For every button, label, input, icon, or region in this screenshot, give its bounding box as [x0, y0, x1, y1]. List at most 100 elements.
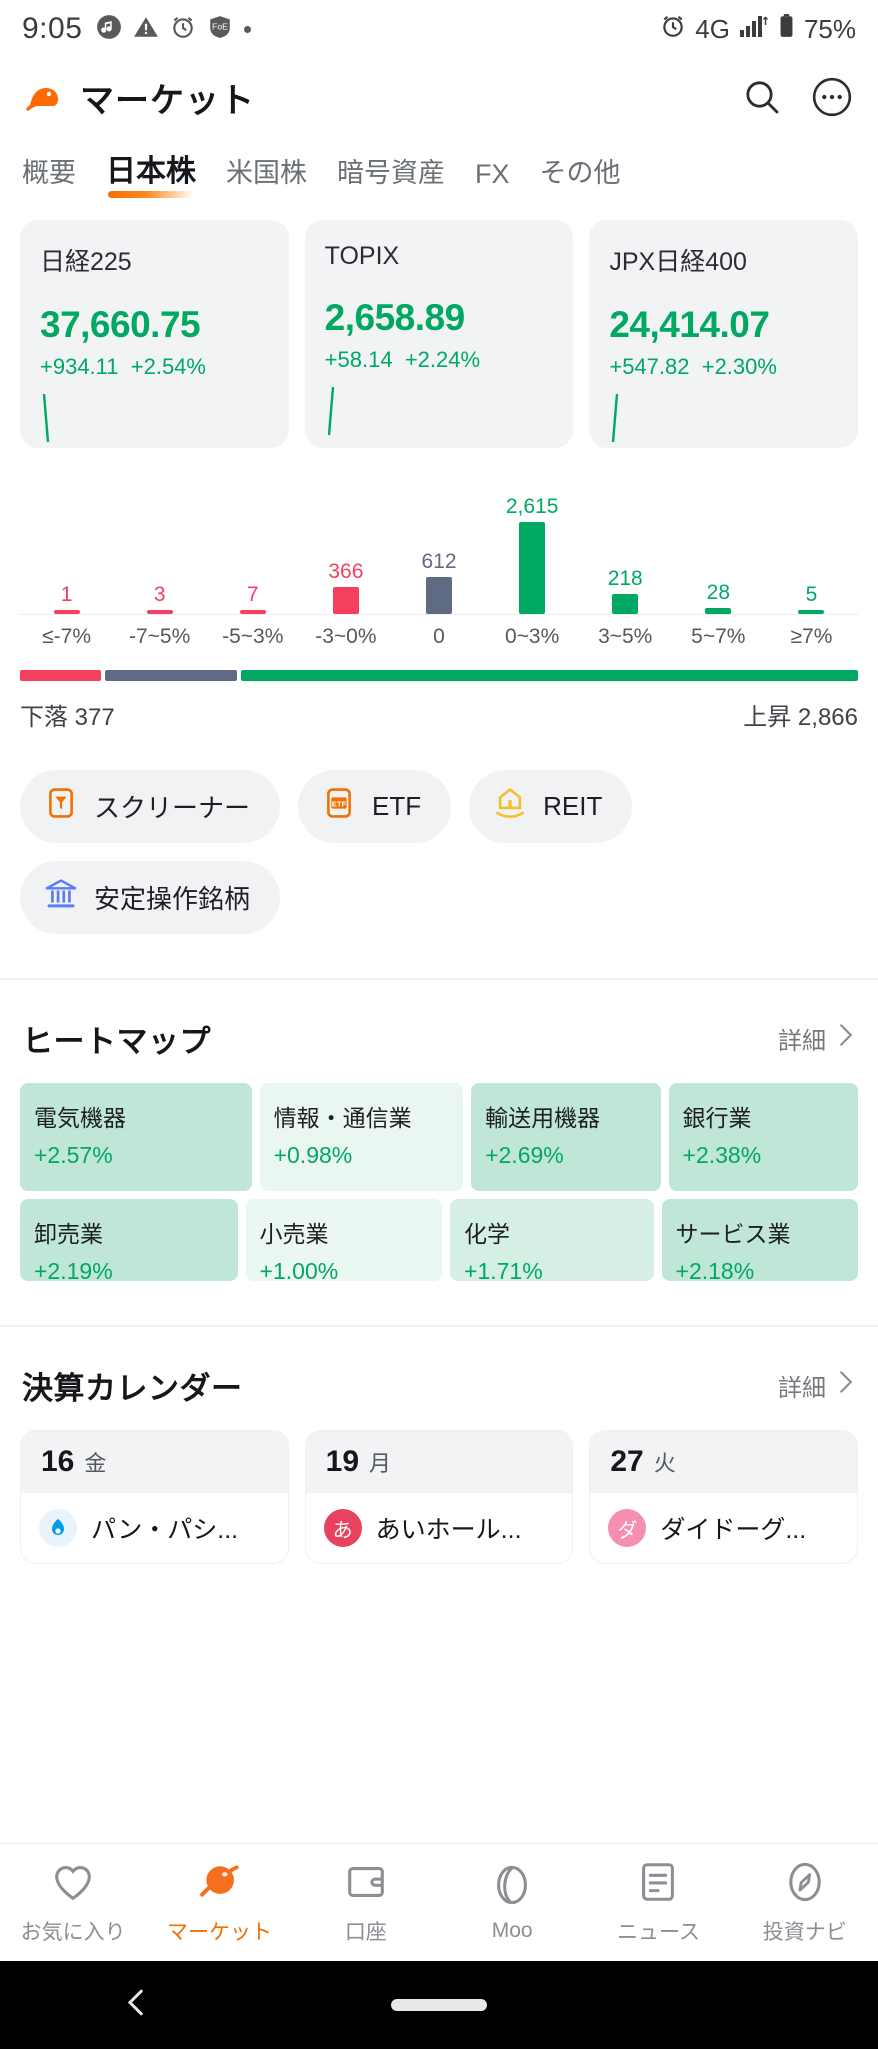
heatmap-sector-name: 化学	[464, 1221, 511, 1247]
app-header: マーケット	[0, 58, 878, 136]
calendar-company-row[interactable]: あ あいホール...	[306, 1493, 573, 1563]
distribution-bar-value: 1	[60, 583, 73, 606]
bank-icon	[44, 877, 78, 918]
chip-etf[interactable]: ETF ETF	[298, 770, 452, 843]
compass-icon	[782, 1859, 828, 1910]
heatmap-tile[interactable]: 電気機器 +2.57%	[20, 1083, 252, 1191]
heatmap-sector-change: +2.57%	[34, 1142, 113, 1168]
quick-filter-chips: スクリーナー ETF ETF REIT 安定操作銘柄	[0, 732, 878, 934]
moomoo-logo-icon	[24, 76, 66, 118]
system-gesture-bar	[0, 1961, 878, 2049]
heatmap-sector-name: 小売業	[259, 1221, 329, 1247]
index-change-abs: +58.14	[324, 347, 393, 372]
tab-us[interactable]: 米国株	[226, 151, 307, 198]
calendar-card[interactable]: 19 月 あ あいホール...	[304, 1430, 574, 1564]
alarm-icon-right	[660, 13, 686, 46]
calendar-dow: 金	[84, 1451, 107, 1476]
page-title: マーケット	[80, 81, 255, 120]
network-label: 4G	[695, 13, 730, 44]
nav-favorites[interactable]: お気に入り	[0, 1859, 146, 1946]
back-chevron-icon[interactable]	[120, 1986, 154, 2025]
warning-icon	[133, 14, 159, 45]
distribution-bar-rect	[519, 522, 546, 614]
heatmap-tile[interactable]: 銀行業 +2.38%	[668, 1083, 858, 1191]
svg-text:FoE: FoE	[212, 21, 228, 31]
search-icon[interactable]	[740, 75, 784, 119]
calendar-company-row[interactable]: ダ ダイドーグ...	[590, 1493, 857, 1563]
chip-label: REIT	[543, 791, 603, 821]
index-card-jpx400[interactable]: JPX日経400 24,414.07 +547.82 +2.30%	[589, 220, 859, 448]
chip-reit[interactable]: REIT	[469, 770, 633, 843]
index-name: TOPIX	[324, 242, 400, 270]
tab-fx[interactable]: FX	[475, 159, 510, 198]
heatmap-sector-name: 輸送用機器	[485, 1105, 601, 1131]
reit-icon	[493, 786, 527, 827]
distribution-bar-value: 3	[153, 583, 166, 606]
nav-invest-navi[interactable]: 投資ナビ	[732, 1859, 878, 1946]
planet-icon	[196, 1859, 242, 1910]
sparkline-chart	[42, 393, 50, 443]
chip-screener[interactable]: スクリーナー	[20, 770, 281, 843]
tab-crypto[interactable]: 暗号資産	[337, 151, 445, 198]
nav-market[interactable]: マーケット	[146, 1859, 292, 1946]
distribution-bar-rect	[332, 587, 359, 614]
distribution-bar-value: 2,615	[505, 495, 559, 518]
advance-label: 上昇 2,866	[743, 704, 858, 731]
heatmap-tile[interactable]: 小売業 +1.00%	[245, 1199, 443, 1281]
wallet-icon	[343, 1859, 389, 1910]
heatmap-tile[interactable]: 化学 +1.71%	[450, 1199, 654, 1281]
distribution-bar-3: 366	[307, 561, 385, 614]
calendar-card[interactable]: 27 火 ダ ダイドーグ...	[589, 1430, 859, 1564]
tab-others[interactable]: その他	[540, 151, 621, 198]
distribution-bar-8: 5	[772, 584, 850, 614]
index-change: +547.82 +2.30%	[609, 354, 838, 380]
status-left-icons: FoE	[96, 14, 252, 45]
heatmap-more-link[interactable]: 詳細	[778, 1021, 856, 1056]
calendar-more-link[interactable]: 詳細	[778, 1368, 856, 1403]
moo-icon	[489, 1862, 535, 1913]
distribution-bar-value: 7	[246, 583, 259, 606]
more-circle-icon[interactable]	[810, 75, 854, 119]
distribution-axis-label: -5~3%	[222, 625, 284, 648]
calendar-company-row[interactable]: パン・パシ...	[21, 1493, 288, 1563]
heatmap-tile[interactable]: 情報・通信業 +0.98%	[259, 1083, 464, 1191]
etf-icon: ETF	[322, 786, 356, 827]
heatmap-tile[interactable]: 卸売業 +2.19%	[20, 1199, 238, 1281]
heatmap-sector-change: +2.19%	[34, 1258, 113, 1281]
calendar-day: 16	[41, 1445, 75, 1478]
heatmap-sector-change: +2.18%	[675, 1258, 755, 1281]
tab-overview[interactable]: 概要	[22, 151, 76, 198]
distribution-bar-1: 3	[121, 584, 199, 614]
sparkline-chart	[327, 386, 334, 436]
home-pill[interactable]	[391, 1999, 487, 2011]
index-card-nikkei225[interactable]: 日経225 37,660.75 +934.11 +2.54%	[20, 220, 289, 448]
chip-stable-operation[interactable]: 安定操作銘柄	[20, 861, 281, 934]
nav-account[interactable]: 口座	[293, 1859, 439, 1946]
status-time: 9:05	[22, 12, 83, 45]
nav-news[interactable]: ニュース	[585, 1859, 731, 1946]
tab-japan[interactable]: 日本株	[106, 146, 196, 198]
calendar-card[interactable]: 16 金 パン・パシ...	[20, 1430, 289, 1564]
index-value: 24,414.07	[609, 304, 770, 345]
distribution-bar-4: 612	[400, 551, 478, 614]
heatmap-sector-change: +2.38%	[682, 1142, 762, 1168]
index-card-topix[interactable]: TOPIX 2,658.89 +58.14 +2.24%	[304, 220, 574, 448]
distribution-bar-value: 366	[328, 560, 364, 583]
distribution-bars: 1 3 7 366 612 2,615 218 28 5	[20, 474, 858, 614]
nav-moo[interactable]: Moo	[439, 1862, 585, 1943]
calendar-dow: 月	[369, 1451, 392, 1476]
filter-icon	[44, 786, 78, 827]
heatmap-tile[interactable]: 輸送用機器 +2.69%	[471, 1083, 661, 1191]
heatmap-tile[interactable]: サービス業 +2.18%	[661, 1199, 859, 1281]
battery-icon	[778, 13, 795, 46]
nav-label: マーケット	[166, 1921, 272, 1944]
heatmap-row-2: 卸売業 +2.19% 小売業 +1.00% 化学 +1.71% サービス業 +2.18%	[20, 1199, 859, 1281]
index-change: +934.11 +2.54%	[40, 354, 269, 380]
index-change-pct: +2.24%	[404, 347, 481, 372]
calendar-dow: 火	[653, 1451, 676, 1476]
alarm-icon	[170, 14, 196, 45]
index-name: JPX日経400	[609, 248, 747, 276]
calendar-date: 19 月	[305, 1431, 573, 1493]
calendar-day: 27	[610, 1445, 644, 1478]
calendar-company-name: あいホール...	[375, 1516, 522, 1544]
